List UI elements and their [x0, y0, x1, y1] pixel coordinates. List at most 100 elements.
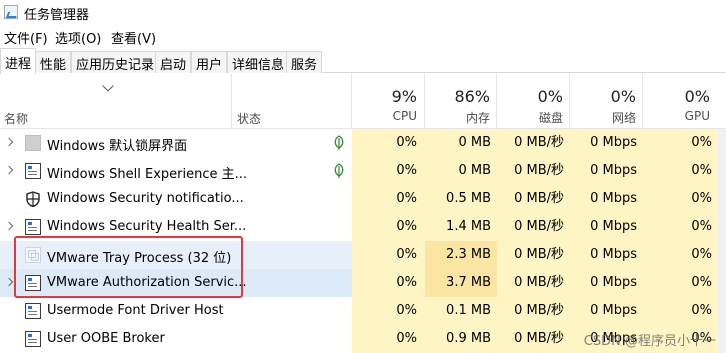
column-cpu[interactable]: 9% CPU	[347, 87, 417, 123]
gpu-cell: 0%	[643, 241, 718, 269]
cpu-cell: 0%	[352, 129, 425, 157]
process-name: Windows Security Health Ser...	[47, 219, 247, 234]
disk-label: 磁盘	[538, 111, 563, 125]
network-cell: 0 Mbps	[570, 297, 643, 325]
chevron-right-icon[interactable]	[4, 221, 14, 231]
tab-startup[interactable]: 启动	[155, 51, 192, 73]
gpu-label: GPU	[684, 109, 710, 123]
table-row[interactable]: Windows Security Health Ser... 0% 1.4 MB…	[0, 213, 726, 241]
cpu-cell: 0%	[352, 213, 425, 241]
gray-square-icon	[25, 135, 41, 151]
cpu-cell: 0%	[352, 269, 425, 297]
gpu-cell: 0%	[643, 185, 718, 213]
task-manager-icon	[4, 5, 18, 19]
table-row[interactable]: Usermode Font Driver Host 0% 0.1 MB 0 MB…	[0, 297, 726, 325]
process-name: Windows 默认锁屏界面	[47, 139, 188, 154]
process-name: Windows Security notificatio...	[47, 191, 244, 206]
cpu-cell: 0%	[352, 297, 425, 325]
chevron-down-icon[interactable]	[102, 80, 114, 92]
disk-cell: 0 MB/秒	[497, 241, 570, 269]
network-label: 网络	[611, 111, 636, 125]
process-name: Usermode Font Driver Host	[47, 303, 224, 318]
process-name: User OOBE Broker	[47, 331, 165, 346]
table-row[interactable]: Windows Security notificatio... 0% 0.5 M…	[0, 185, 726, 213]
cpu-cell: 0%	[352, 157, 425, 185]
memory-cell: 0.1 MB	[425, 297, 497, 325]
vmware-tray-icon	[25, 247, 41, 263]
process-name: VMware Tray Process (32 位)	[47, 251, 232, 266]
window-app-icon	[25, 275, 41, 291]
column-network[interactable]: 0% 网络	[566, 87, 636, 126]
leaf-icon	[334, 163, 344, 178]
column-disk[interactable]: 0% 磁盘	[493, 87, 563, 126]
network-cell: 0 Mbps	[570, 157, 643, 185]
vertical-scrollbar[interactable]	[718, 129, 726, 353]
table-row[interactable]: VMware Tray Process (32 位) 0% 2.3 MB 0 M…	[0, 241, 726, 269]
disk-cell: 0 MB/秒	[497, 185, 570, 213]
chevron-right-icon[interactable]	[4, 277, 14, 287]
tab-users[interactable]: 用户	[191, 51, 228, 73]
gpu-cell: 0%	[643, 129, 718, 157]
memory-cell: 1.4 MB	[425, 213, 497, 241]
cpu-cell: 0%	[352, 325, 425, 353]
network-percent: 0%	[610, 87, 636, 106]
watermark: CSDN @程序员小十一	[583, 334, 716, 349]
window-app-icon	[25, 219, 41, 235]
memory-cell: 0.9 MB	[425, 325, 497, 353]
gpu-cell: 0%	[643, 269, 718, 297]
column-header: 名称 状态 9% CPU 86% 内存 0% 磁盘 0% 网络 0% GPU	[0, 74, 726, 129]
tab-performance[interactable]: 性能	[35, 51, 72, 73]
column-gpu[interactable]: 0% GPU	[640, 87, 710, 123]
disk-cell: 0 MB/秒	[497, 325, 570, 353]
memory-cell: 3.7 MB	[425, 269, 497, 297]
cpu-percent: 9%	[391, 87, 417, 106]
gpu-cell: 0%	[643, 297, 718, 325]
network-cell: 0 Mbps	[570, 269, 643, 297]
title-bar: 任务管理器	[0, 0, 726, 26]
menu-view[interactable]: 查看(V)	[111, 28, 156, 47]
menu-bar: 文件(F) 选项(O) 查看(V)	[0, 26, 726, 47]
tab-services[interactable]: 服务	[286, 51, 323, 73]
memory-cell: 0.5 MB	[425, 185, 497, 213]
process-name: Windows Shell Experience 主...	[47, 167, 248, 182]
column-name[interactable]: 名称	[4, 110, 28, 127]
gpu-percent: 0%	[684, 87, 710, 106]
window-app-icon	[25, 163, 41, 179]
table-row[interactable]: VMware Authorization Servic... 0% 3.7 MB…	[0, 269, 726, 297]
menu-options[interactable]: 选项(O)	[55, 28, 101, 47]
column-status[interactable]: 状态	[237, 110, 261, 127]
disk-cell: 0 MB/秒	[497, 297, 570, 325]
column-divider[interactable]	[231, 74, 232, 129]
chevron-right-icon[interactable]	[4, 165, 14, 175]
memory-cell: 0 MB	[425, 157, 497, 185]
network-cell: 0 Mbps	[570, 241, 643, 269]
table-row[interactable]: Windows Shell Experience 主... 0% 0 MB 0 …	[0, 157, 726, 185]
column-memory[interactable]: 86% 内存	[420, 87, 490, 126]
window-title: 任务管理器	[24, 8, 90, 23]
cpu-cell: 0%	[352, 185, 425, 213]
chevron-right-icon[interactable]	[4, 137, 14, 147]
disk-percent: 0%	[537, 87, 563, 106]
gpu-cell: 0%	[643, 213, 718, 241]
cpu-cell: 0%	[352, 241, 425, 269]
window-app-icon	[25, 303, 41, 319]
leaf-icon	[334, 135, 344, 150]
menu-file[interactable]: 文件(F)	[4, 28, 48, 47]
disk-cell: 0 MB/秒	[497, 269, 570, 297]
memory-label: 内存	[465, 111, 490, 125]
network-cell: 0 Mbps	[570, 129, 643, 157]
network-cell: 0 Mbps	[570, 213, 643, 241]
process-name: VMware Authorization Servic...	[47, 275, 247, 290]
memory-percent: 86%	[454, 87, 490, 106]
disk-cell: 0 MB/秒	[497, 129, 570, 157]
disk-cell: 0 MB/秒	[497, 157, 570, 185]
tab-processes[interactable]: 进程	[0, 48, 37, 74]
shield-icon	[26, 191, 40, 207]
cpu-label: CPU	[392, 109, 417, 123]
gpu-cell: 0%	[643, 157, 718, 185]
tab-bar: 进程 性能 应用历史记录 启动 用户 详细信息 服务	[0, 48, 726, 74]
tab-details[interactable]: 详细信息	[227, 51, 290, 73]
table-row[interactable]: Windows 默认锁屏界面 0% 0 MB 0 MB/秒 0 Mbps 0%	[0, 129, 726, 157]
window-app-icon	[25, 331, 41, 347]
tab-app-history[interactable]: 应用历史记录	[71, 51, 160, 73]
